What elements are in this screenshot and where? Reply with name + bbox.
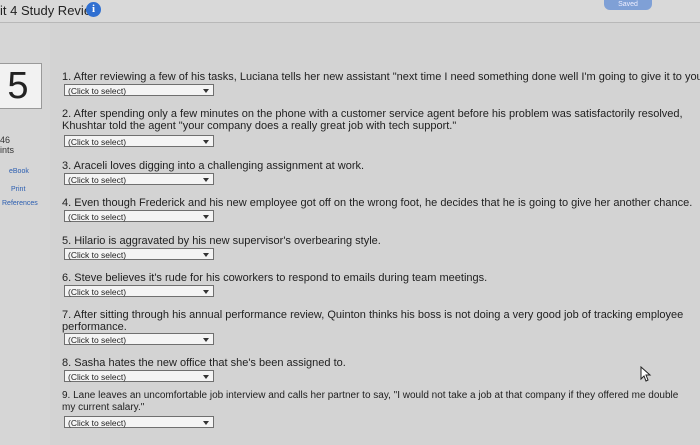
chevron-down-icon xyxy=(203,89,209,93)
select-label: (Click to select) xyxy=(68,175,127,185)
chevron-down-icon xyxy=(203,421,209,425)
question-8-text: 8. Sasha hates the new office that she's… xyxy=(62,357,346,369)
question-number: 5 xyxy=(0,63,42,109)
question-list: 1. After reviewing a few of his tasks, L… xyxy=(50,23,700,445)
chevron-down-icon xyxy=(203,215,209,219)
mouse-cursor-icon xyxy=(640,366,652,382)
select-label: (Click to select) xyxy=(68,212,127,222)
select-label: (Click to select) xyxy=(68,287,127,297)
chevron-down-icon xyxy=(203,140,209,144)
points-display: 46 ints xyxy=(0,135,14,155)
select-label: (Click to select) xyxy=(68,250,127,260)
top-bar: it 4 Study Review i Saved xyxy=(0,0,700,23)
question-5-text: 5. Hilario is aggravated by his new supe… xyxy=(62,235,381,247)
question-5-select[interactable]: (Click to select) xyxy=(64,248,214,260)
select-label: (Click to select) xyxy=(68,86,127,96)
question-6-select[interactable]: (Click to select) xyxy=(64,285,214,297)
chevron-down-icon xyxy=(203,375,209,379)
ebook-link[interactable]: eBook xyxy=(9,168,29,175)
question-2-select[interactable]: (Click to select) xyxy=(64,135,214,147)
question-3-text: 3. Araceli loves digging into a challeng… xyxy=(62,160,365,172)
question-4-select[interactable]: (Click to select) xyxy=(64,210,214,222)
question-7-text: 7. After sitting through his annual perf… xyxy=(62,309,684,333)
question-9-select[interactable]: (Click to select) xyxy=(64,416,214,428)
print-link[interactable]: Print xyxy=(11,186,25,193)
question-2-text: 2. After spending only a few minutes on … xyxy=(62,108,683,132)
question-1-text: 1. After reviewing a few of his tasks, L… xyxy=(62,71,700,83)
points-value: 46 xyxy=(0,135,11,145)
select-label: (Click to select) xyxy=(68,418,127,428)
info-icon[interactable]: i xyxy=(86,2,101,17)
question-4-text: 4. Even though Frederick and his new emp… xyxy=(62,197,693,209)
question-3-select[interactable]: (Click to select) xyxy=(64,173,214,185)
points-label: ints xyxy=(0,145,15,155)
question-8-select[interactable]: (Click to select) xyxy=(64,370,214,382)
chevron-down-icon xyxy=(203,253,209,257)
sidebar: 5 46 ints eBook Print References xyxy=(0,23,50,445)
select-label: (Click to select) xyxy=(68,137,127,147)
chevron-down-icon xyxy=(203,178,209,182)
references-link[interactable]: References xyxy=(2,200,38,207)
chevron-down-icon xyxy=(203,338,209,342)
chevron-down-icon xyxy=(203,290,209,294)
question-9-text: 9. Lane leaves an uncomfortable job inte… xyxy=(62,390,679,413)
question-6-text: 6. Steve believes it's rude for his cowo… xyxy=(62,272,488,284)
question-7-select[interactable]: (Click to select) xyxy=(64,333,214,345)
question-1-select[interactable]: (Click to select) xyxy=(64,84,214,96)
saved-badge: Saved xyxy=(604,0,652,10)
select-label: (Click to select) xyxy=(68,372,127,382)
select-label: (Click to select) xyxy=(68,335,127,345)
